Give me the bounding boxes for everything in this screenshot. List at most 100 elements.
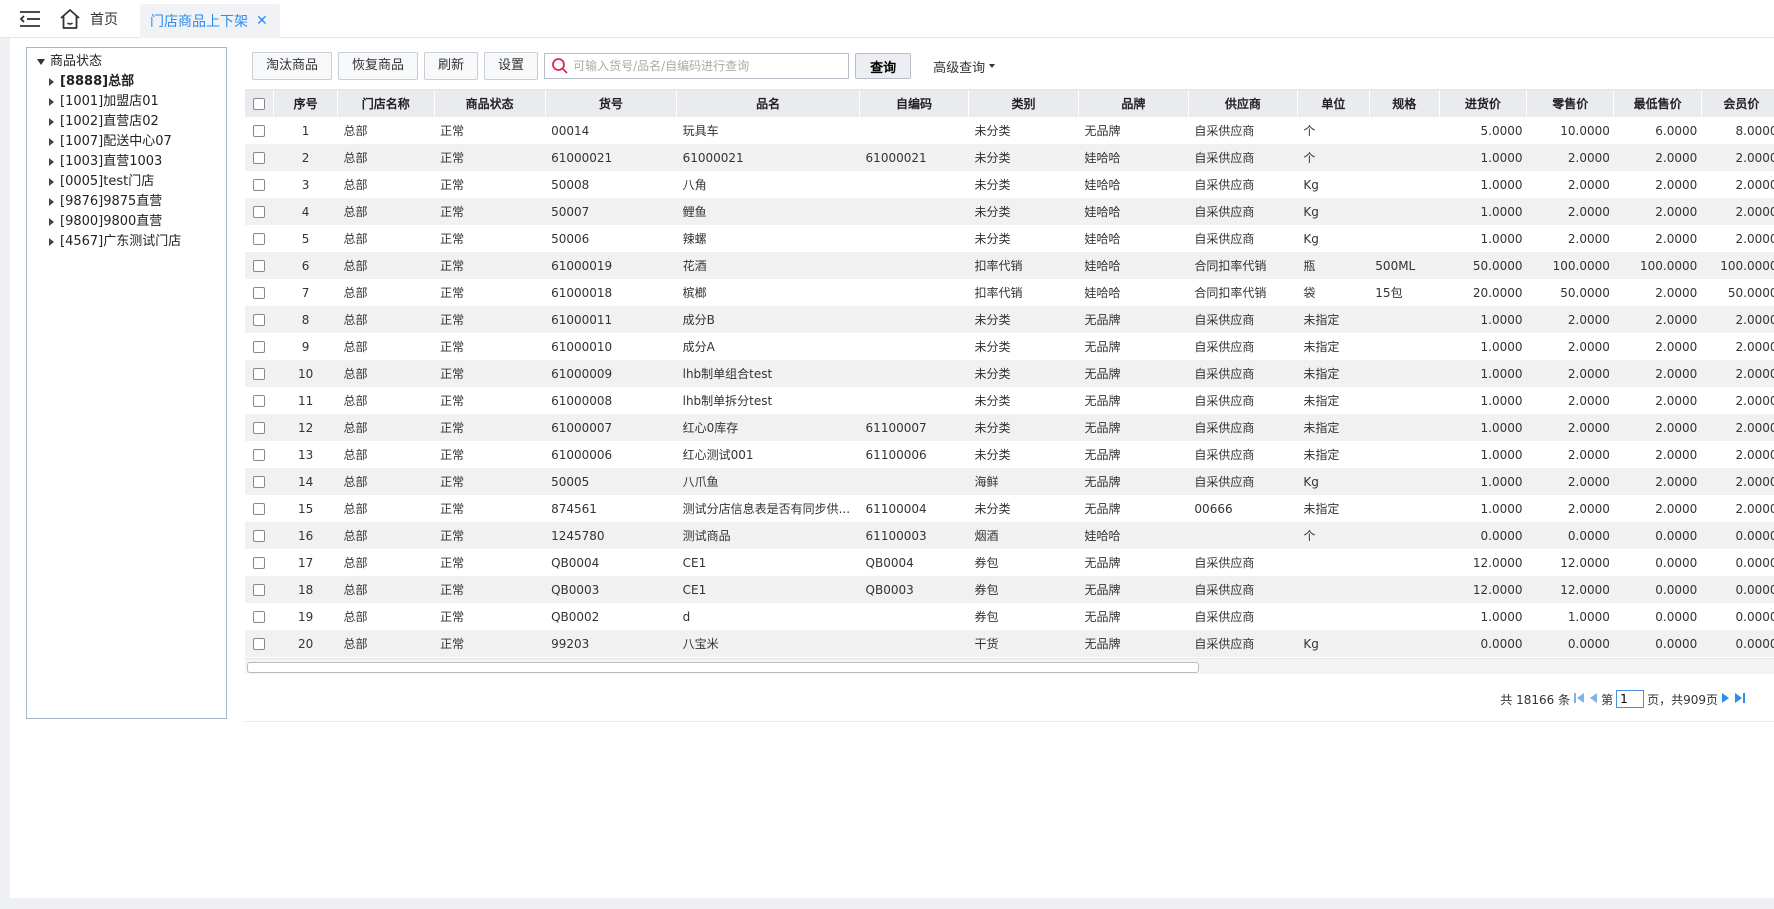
column-header[interactable]: 进货价 [1439,90,1528,117]
row-select-cell[interactable] [245,171,274,198]
row-select-cell[interactable] [245,225,274,252]
table-row[interactable]: 16 总部 正常 1245780 测试商品 61100003 烟酒 娃哈哈 个 0.0000 0.0… [245,522,1774,549]
tree-node-store[interactable]: [8888]总部 [27,72,226,92]
column-header[interactable]: 类别 [968,90,1079,117]
page-number-input[interactable] [1616,690,1645,708]
tree-node-store[interactable]: [1007]配送中心07 [27,132,226,152]
row-select-cell[interactable] [245,468,274,495]
menu-fold-icon[interactable] [18,9,42,29]
row-checkbox[interactable] [253,125,266,137]
expand-arrow-icon[interactable] [49,177,54,186]
row-checkbox[interactable] [253,206,266,218]
row-select-cell[interactable] [245,441,274,468]
tree-node-store[interactable]: [1001]加盟店01 [27,92,226,112]
table-row[interactable]: 20 总部 正常 99203 八宝米 干货 无品牌 自采供应商 Kg 0.0000 0.0000 0.… [245,630,1774,657]
column-header[interactable]: 供应商 [1188,90,1298,117]
row-select-cell[interactable] [245,144,274,171]
table-row[interactable]: 19 总部 正常 QB0002 d 券包 无品牌 自采供应商 1.0000 1.0000 0.000… [245,603,1774,630]
column-header[interactable]: 会员价 [1701,90,1774,117]
advanced-query-dropdown[interactable]: 高级查询 [933,57,996,76]
row-checkbox[interactable] [253,395,266,407]
table-row[interactable]: 5 总部 正常 50006 辣螺 未分类 娃哈哈 自采供应商 Kg 1.0000 2.0000 2.0… [245,225,1774,252]
column-header[interactable]: 门店名称 [337,90,435,117]
row-checkbox[interactable] [253,314,266,326]
table-row[interactable]: 12 总部 正常 61000007 红心0库存 61100007 未分类 无品牌 自采供应商 未指… [245,414,1774,441]
table-row[interactable]: 3 总部 正常 50008 八角 未分类 娃哈哈 自采供应商 Kg 1.0000 2.0000 2.0… [245,171,1774,198]
table-row[interactable]: 18 总部 正常 QB0003 CE1 QB0003 券包 无品牌 自采供应商 12.0000 12… [245,576,1774,603]
table-row[interactable]: 15 总部 正常 874561 测试分店信息表是否有同步供... 61100004 未分类 无… [245,495,1774,522]
table-row[interactable]: 17 总部 正常 QB0004 CE1 QB0004 券包 无品牌 自采供应商 12.0000 12… [245,549,1774,576]
last-page-icon[interactable] [1734,692,1746,707]
tree-root-node[interactable]: 商品状态 [27,52,226,72]
row-checkbox[interactable] [253,530,266,542]
expand-arrow-icon[interactable] [49,137,54,146]
first-page-icon[interactable] [1573,692,1585,707]
row-select-cell[interactable] [245,360,274,387]
table-row[interactable]: 8 总部 正常 61000011 成分B 未分类 无品牌 自采供应商 未指定 1.0000 2.00… [245,306,1774,333]
row-select-cell[interactable] [245,198,274,225]
row-checkbox[interactable] [253,584,266,596]
row-select-cell[interactable] [245,306,274,333]
row-select-cell[interactable] [245,279,274,306]
expand-arrow-icon[interactable] [49,77,54,86]
row-checkbox[interactable] [253,287,266,299]
row-checkbox[interactable] [253,368,266,380]
row-select-cell[interactable] [245,630,274,657]
close-icon[interactable]: ✕ [256,13,268,29]
column-header[interactable]: 单位 [1297,90,1370,117]
collapse-arrow-icon[interactable] [37,58,45,65]
restore-goods-button[interactable]: 恢复商品 [338,52,419,80]
row-checkbox[interactable] [253,341,266,353]
row-checkbox[interactable] [253,611,266,623]
column-header[interactable]: 品牌 [1078,90,1189,117]
tree-node-store[interactable]: [0005]test门店 [27,172,226,192]
expand-arrow-icon[interactable] [49,97,54,106]
column-header[interactable]: 品名 [676,90,861,117]
row-checkbox[interactable] [253,233,266,245]
scrollbar-thumb[interactable] [247,662,1199,673]
column-header[interactable]: 序号 [273,90,338,117]
select-all-checkbox[interactable] [253,98,266,110]
table-row[interactable]: 7 总部 正常 61000018 槟榔 扣率代销 娃哈哈 合同扣率代销 袋 15包 20.0000 5… [245,279,1774,306]
expand-arrow-icon[interactable] [49,157,54,166]
table-row[interactable]: 2 总部 正常 61000021 61000021 61000021 未分类 娃哈哈 自采供应商… [245,144,1774,171]
row-checkbox[interactable] [253,422,266,434]
refresh-button[interactable]: 刷新 [424,52,479,80]
table-row[interactable]: 9 总部 正常 61000010 成分A 未分类 无品牌 自采供应商 未指定 1.0000 2.00… [245,333,1774,360]
tree-node-store[interactable]: [1002]直营店02 [27,112,226,132]
column-header[interactable]: 规格 [1369,90,1440,117]
row-checkbox[interactable] [253,638,266,650]
row-checkbox[interactable] [253,476,266,488]
tree-node-store[interactable]: [1003]直营1003 [27,152,226,172]
column-header[interactable]: 商品状态 [434,90,546,117]
row-checkbox[interactable] [253,503,266,515]
row-select-cell[interactable] [245,495,274,522]
row-select-cell[interactable] [245,576,274,603]
row-checkbox[interactable] [253,449,266,461]
horizontal-scrollbar[interactable] [245,658,1774,674]
row-checkbox[interactable] [253,152,266,164]
search-input[interactable] [573,59,849,73]
column-header[interactable]: 货号 [545,90,678,117]
expand-arrow-icon[interactable] [49,117,54,126]
row-select-cell[interactable] [245,387,274,414]
tree-node-store[interactable]: [9800]9800直营 [27,212,226,232]
row-select-cell[interactable] [245,522,274,549]
next-page-icon[interactable] [1721,692,1731,707]
table-row[interactable]: 13 总部 正常 61000006 红心测试001 61100006 未分类 无品牌 自采供应商… [245,441,1774,468]
row-select-cell[interactable] [245,603,274,630]
query-button[interactable]: 查询 [855,53,912,79]
table-row[interactable]: 11 总部 正常 61000008 lhb制单拆分test 未分类 无品牌 自采供应商 未指定 1… [245,387,1774,414]
prev-page-icon[interactable] [1588,692,1598,707]
settings-button[interactable]: 设置 [484,52,539,80]
row-select-cell[interactable] [245,549,274,576]
row-checkbox[interactable] [253,179,266,191]
row-select-cell[interactable] [245,117,274,144]
expand-arrow-icon[interactable] [49,237,54,246]
tab-home[interactable]: 首页 [58,4,118,34]
table-row[interactable]: 4 总部 正常 50007 鲤鱼 未分类 娃哈哈 自采供应商 Kg 1.0000 2.0000 2.0… [245,198,1774,225]
row-select-cell[interactable] [245,252,274,279]
row-checkbox[interactable] [253,557,266,569]
select-all-cell[interactable] [245,90,275,117]
row-select-cell[interactable] [245,414,274,441]
